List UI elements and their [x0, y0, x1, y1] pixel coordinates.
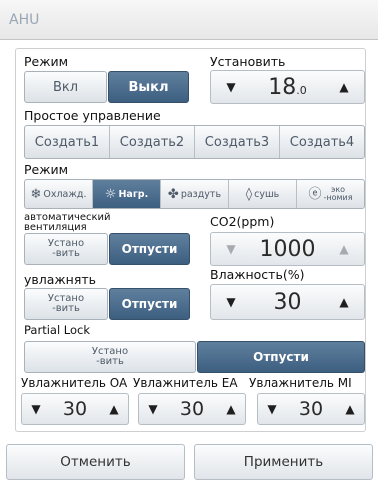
setpoint-increase-button[interactable]: ▲: [324, 71, 364, 103]
humidifier-mi-stepper: ▼ 30 ▲: [257, 393, 365, 425]
arrow-down-icon: ▼: [31, 402, 41, 416]
mode-cool-label: Охлажд.: [43, 188, 87, 200]
humidify-set-button[interactable]: Устано -вить: [24, 288, 108, 320]
auto-vent-set-line2: -вить: [52, 248, 80, 259]
mode-eco-label: эко -номия: [323, 186, 352, 202]
auto-vent-set-button[interactable]: Устано -вить: [24, 233, 108, 265]
humidity-increase-button[interactable]: ▲: [324, 285, 364, 319]
title-bar: AHU: [0, 0, 378, 40]
arrow-down-icon: ▼: [226, 242, 236, 256]
drop-icon: ◊: [245, 186, 253, 202]
mode-dry-label: сушь: [254, 188, 280, 200]
partial-lock-set-line2: -вить: [96, 356, 124, 367]
setpoint-decimal: .0: [296, 83, 307, 97]
create1-button[interactable]: Создать1: [25, 126, 110, 158]
humidifier-ea-label: Увлажнитель EA: [133, 376, 238, 390]
simple-control-group: Создать1 Создать2 Создать3 Создать4: [24, 125, 365, 159]
create2-button[interactable]: Создать2: [110, 126, 195, 158]
snowflake-icon: ❄: [30, 186, 42, 202]
humidifier-ea-value: 30: [179, 398, 205, 420]
partial-lock-set-button[interactable]: Устано -вить: [24, 341, 196, 373]
arrow-down-icon: ▼: [226, 80, 236, 94]
auto-vent-set-label: Устано -вить: [48, 239, 84, 259]
partial-lock-set-label: Устано -вить: [92, 347, 128, 367]
humidifier-mi-label: Увлажнитель MI: [249, 376, 352, 390]
mode-fan-button[interactable]: ✤ раздуть: [161, 180, 229, 208]
control-panel: Режим Вкл Выкл Установить ▼ 18.0 ▲ Прост…: [15, 48, 366, 432]
eco-icon: ⓔ: [308, 186, 322, 202]
partial-lock-label: Partial Lock: [24, 323, 91, 337]
arrow-up-icon: ▲: [226, 402, 236, 416]
auto-vent-label-line2: вентиляция: [24, 222, 87, 233]
mode-dry-button[interactable]: ◊ сушь: [229, 180, 297, 208]
mode-eco-label-line2: -номия: [323, 193, 353, 202]
humidifier-mi-decrease-button[interactable]: ▼: [258, 394, 286, 424]
partial-lock-release-button[interactable]: Отпусти: [197, 341, 365, 373]
simple-control-label: Простое управление: [24, 108, 161, 123]
humidifier-ea-decrease-button[interactable]: ▼: [139, 394, 167, 424]
mode-heat-button[interactable]: ☼ Нагр.: [93, 180, 161, 208]
power-on-button[interactable]: Вкл: [24, 71, 107, 103]
co2-stepper: ▼ 1000 ▲: [210, 232, 365, 266]
humidifier-oa-decrease-button[interactable]: ▼: [22, 394, 50, 424]
co2-decrease-button[interactable]: ▼: [211, 233, 251, 265]
arrow-up-icon: ▲: [339, 242, 349, 256]
mode-fan-label: раздуть: [180, 188, 222, 200]
humidifier-oa-label: Увлажнитель OA: [21, 376, 128, 390]
humidify-release-button[interactable]: Отпусти: [109, 288, 190, 320]
power-off-button[interactable]: Выкл: [108, 71, 189, 103]
cancel-button[interactable]: Отменить: [6, 444, 185, 480]
humidifier-ea-increase-button[interactable]: ▲: [217, 394, 245, 424]
arrow-down-icon: ▼: [226, 295, 236, 309]
co2-value: 1000: [259, 236, 316, 262]
arrow-down-icon: ▼: [267, 402, 277, 416]
humidifier-ea-stepper: ▼ 30 ▲: [138, 393, 246, 425]
humidifier-oa-stepper: ▼ 30 ▲: [21, 393, 129, 425]
co2-increase-button[interactable]: ▲: [324, 233, 364, 265]
setpoint-label: Установить: [210, 54, 286, 69]
humidifier-mi-increase-button[interactable]: ▲: [336, 394, 364, 424]
humidifier-oa-increase-button[interactable]: ▲: [100, 394, 128, 424]
humidity-decrease-button[interactable]: ▼: [211, 285, 251, 319]
window-title: AHU: [9, 12, 40, 28]
humidify-label: увлажнять: [24, 272, 97, 287]
humidify-set-line2: -вить: [52, 303, 80, 314]
arrow-up-icon: ▲: [339, 80, 349, 94]
op-mode-label: Режим: [24, 162, 69, 177]
mode-eco-button[interactable]: ⓔ эко -номия: [297, 180, 364, 208]
auto-vent-release-button[interactable]: Отпусти: [109, 233, 190, 265]
arrow-up-icon: ▲: [109, 402, 119, 416]
op-mode-group: ❄ Охлажд. ☼ Нагр. ✤ раздуть ◊ сушь ⓔ эко…: [24, 179, 365, 209]
humidifier-oa-value: 30: [62, 398, 88, 420]
fan-icon: ✤: [167, 186, 179, 202]
sun-icon: ☼: [104, 186, 117, 202]
mode-label: Режим: [24, 54, 69, 69]
co2-label: CO2(ppm): [210, 214, 275, 229]
auto-vent-label: автоматический вентиляция: [24, 213, 111, 233]
setpoint-stepper: ▼ 18.0 ▲: [210, 70, 365, 104]
mode-cool-button[interactable]: ❄ Охлажд.: [25, 180, 93, 208]
humidity-label: Влажность(%): [210, 267, 305, 282]
setpoint-number: 18: [268, 74, 297, 100]
arrow-down-icon: ▼: [148, 402, 158, 416]
humidity-value: 30: [273, 289, 302, 315]
mode-heat-label: Нагр.: [118, 188, 149, 200]
apply-button[interactable]: Применить: [194, 444, 373, 480]
humidifier-mi-value: 30: [298, 398, 324, 420]
setpoint-decrease-button[interactable]: ▼: [211, 71, 251, 103]
humidify-set-label: Устано -вить: [48, 294, 84, 314]
create3-button[interactable]: Создать3: [195, 126, 280, 158]
humidity-stepper: ▼ 30 ▲: [210, 284, 365, 320]
setpoint-value: 18.0: [251, 75, 324, 100]
arrow-up-icon: ▲: [339, 295, 349, 309]
arrow-up-icon: ▲: [345, 402, 355, 416]
create4-button[interactable]: Создать4: [280, 126, 364, 158]
